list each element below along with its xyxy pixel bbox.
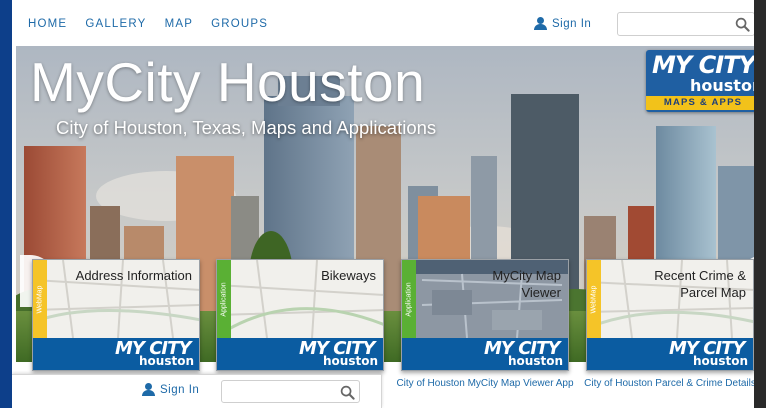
- nav-map-link[interactable]: MAP: [165, 18, 194, 30]
- card-caption-parcel-crime[interactable]: City of Houston Parcel & Crime Details: [580, 378, 760, 390]
- sign-in-label: Sign In: [552, 17, 592, 30]
- sign-in-label: Sign In: [160, 383, 200, 396]
- search-box-secondary: [221, 380, 360, 403]
- logo-text-houston: houston: [690, 76, 760, 95]
- item-type-strip: Application: [217, 260, 231, 338]
- top-nav: HOME GALLERY MAP GROUPS Sign In: [12, 0, 766, 46]
- search-input-secondary[interactable]: [226, 383, 336, 400]
- nav-links: HOME GALLERY MAP GROUPS: [28, 18, 268, 30]
- card-footer-logo: MY CITY houston: [587, 338, 753, 370]
- item-type-strip: Application: [402, 260, 416, 338]
- search-input[interactable]: [622, 15, 732, 33]
- nav-home-link[interactable]: HOME: [28, 18, 67, 30]
- search-box: [617, 12, 755, 36]
- gallery-card-bikeways[interactable]: Application Bikeways MY CITY houston: [216, 259, 384, 371]
- gallery-card-address-information[interactable]: WebMap Address Information MY CITY houst…: [32, 259, 200, 371]
- card-footer-logo: MY CITY houston: [402, 338, 568, 370]
- logo-tagline: MAPS & APPS: [646, 96, 760, 110]
- window-edge: [754, 0, 766, 408]
- mycity-logo: MY CITY houston MAPS & APPS: [646, 50, 760, 112]
- card-caption-map-viewer[interactable]: City of Houston MyCity Map Viewer App: [395, 378, 575, 390]
- sign-in-link[interactable]: Sign In: [534, 17, 591, 30]
- card-footer-logo: MY CITY houston: [217, 338, 383, 370]
- gallery-card-mycity-map-viewer[interactable]: Application MyCity Map Viewer MY CITY ho…: [401, 259, 569, 371]
- sticky-header-fragment: Sign In: [12, 374, 382, 408]
- user-icon: [142, 383, 155, 396]
- card-title: Address Information: [75, 268, 192, 283]
- card-footer-logo: MY CITY houston: [33, 338, 199, 370]
- card-title: Bikeways: [321, 268, 376, 283]
- card-title: Recent Crime & Parcel Map: [654, 268, 746, 300]
- user-icon: [534, 17, 547, 30]
- sign-in-link-secondary[interactable]: Sign In: [142, 383, 199, 396]
- logo-text-mycity: MY CITY: [652, 51, 756, 79]
- item-type-strip: WebMap: [33, 260, 47, 338]
- nav-gallery-link[interactable]: GALLERY: [85, 18, 146, 30]
- gallery-card-recent-crime-parcel-map[interactable]: WebMap Recent Crime & Parcel Map MY CITY…: [586, 259, 754, 371]
- card-title: MyCity Map Viewer: [492, 268, 561, 300]
- search-icon[interactable]: [735, 17, 750, 32]
- page: HOME GALLERY MAP GROUPS Sign In MyCity H…: [12, 0, 766, 408]
- nav-groups-link[interactable]: GROUPS: [211, 18, 268, 30]
- hero-title: MyCity Houston: [30, 51, 426, 113]
- search-icon[interactable]: [340, 385, 355, 400]
- hero-subtitle: City of Houston, Texas, Maps and Applica…: [56, 117, 437, 138]
- item-type-strip: WebMap: [587, 260, 601, 338]
